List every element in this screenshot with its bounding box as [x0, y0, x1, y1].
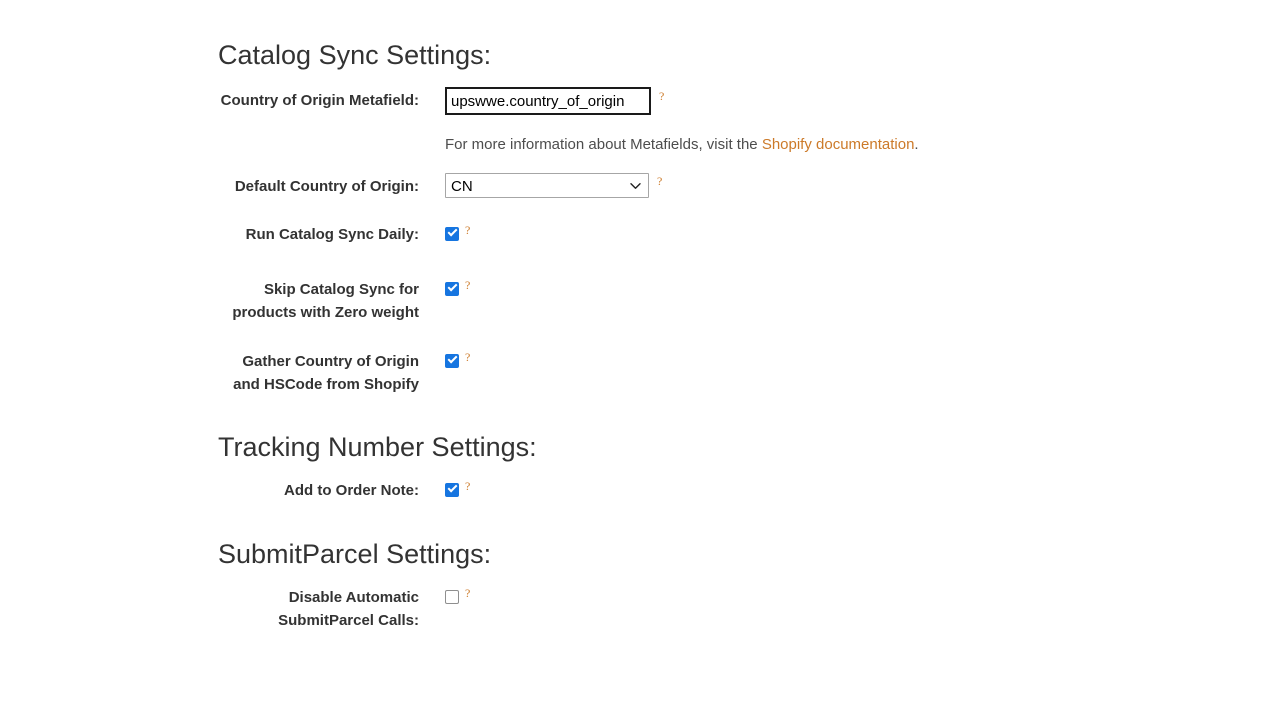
label-disable-automatic-submitparcel: Disable Automatic SubmitParcel Calls:	[278, 589, 419, 630]
control-gather-country-hscode: ?	[419, 348, 1258, 369]
metafield-help-text: For more information about Metafields, v…	[419, 135, 919, 155]
help-icon-add-to-order-note[interactable]: ?	[465, 480, 470, 492]
label-gather-country-hscode: Gather Country of Origin and HSCode from…	[233, 353, 419, 394]
default-country-of-origin-select[interactable]: CN	[445, 173, 649, 199]
skip-catalog-sync-zero-weight-checkbox[interactable]	[445, 282, 459, 297]
metafield-help-text-before: For more information about Metafields, v…	[445, 136, 762, 154]
control-skip-catalog-sync-zero-weight: ?	[419, 276, 1258, 297]
gather-country-hscode-checkbox[interactable]	[445, 354, 459, 369]
field-row-skip-catalog-sync-zero-weight: Skip Catalog Sync for products with Zero…	[218, 276, 1258, 324]
control-run-catalog-sync-daily: ?	[419, 221, 1258, 242]
help-icon-disable-automatic-submitparcel[interactable]: ?	[465, 587, 470, 599]
section-heading-tracking-number: Tracking Number Settings:	[218, 432, 537, 463]
control-disable-automatic-submitparcel: ?	[419, 584, 1258, 605]
help-icon-gather-country-hscode[interactable]: ?	[465, 351, 470, 363]
label-run-catalog-sync-daily: Run Catalog Sync Daily:	[245, 226, 419, 244]
field-row-default-country-of-origin: Default Country of Origin: CN ?	[218, 173, 1258, 199]
metafield-help-text-after: .	[914, 136, 919, 154]
help-icon-country-of-origin-metafield[interactable]: ?	[659, 90, 664, 102]
section-heading-catalog-sync: Catalog Sync Settings:	[218, 40, 492, 70]
shopify-documentation-link[interactable]: Shopify documentation	[762, 136, 915, 153]
settings-page: Catalog Sync Settings: Country of Origin…	[0, 0, 1280, 720]
field-row-disable-automatic-submitparcel: Disable Automatic SubmitParcel Calls: ?	[218, 584, 1258, 632]
label-country-of-origin-metafield: Country of Origin Metafield:	[220, 92, 419, 110]
disable-automatic-submitparcel-checkbox[interactable]	[445, 590, 459, 605]
run-catalog-sync-daily-checkbox[interactable]	[445, 227, 459, 242]
add-to-order-note-checkbox[interactable]	[445, 483, 459, 498]
field-row-run-catalog-sync-daily: Run Catalog Sync Daily: ?	[218, 221, 1258, 246]
field-row-add-to-order-note: Add to Order Note: ?	[218, 477, 1258, 502]
help-text-spacer	[218, 135, 419, 155]
label-default-country-of-origin: Default Country of Origin:	[234, 178, 419, 196]
settings-form: Catalog Sync Settings: Country of Origin…	[218, 40, 1258, 632]
control-add-to-order-note: ?	[419, 477, 1258, 498]
help-icon-run-catalog-sync-daily[interactable]: ?	[465, 224, 470, 236]
label-skip-catalog-sync-zero-weight: Skip Catalog Sync for products with Zero…	[232, 281, 419, 322]
section-heading-submitparcel: SubmitParcel Settings:	[218, 539, 492, 570]
label-add-to-order-note: Add to Order Note:	[284, 482, 419, 500]
default-country-of-origin-select-wrap: CN	[445, 173, 649, 199]
control-default-country-of-origin: CN ?	[419, 173, 1258, 199]
field-row-gather-country-hscode: Gather Country of Origin and HSCode from…	[218, 348, 1258, 396]
control-country-of-origin-metafield: ?	[419, 87, 1258, 116]
field-row-country-of-origin-metafield: Country of Origin Metafield: ?	[218, 87, 1258, 116]
country-of-origin-metafield-input[interactable]	[445, 87, 651, 116]
help-icon-default-country-of-origin[interactable]: ?	[657, 175, 662, 187]
help-icon-skip-catalog-sync-zero-weight[interactable]: ?	[465, 279, 470, 291]
metafield-help-row: For more information about Metafields, v…	[218, 135, 1258, 155]
